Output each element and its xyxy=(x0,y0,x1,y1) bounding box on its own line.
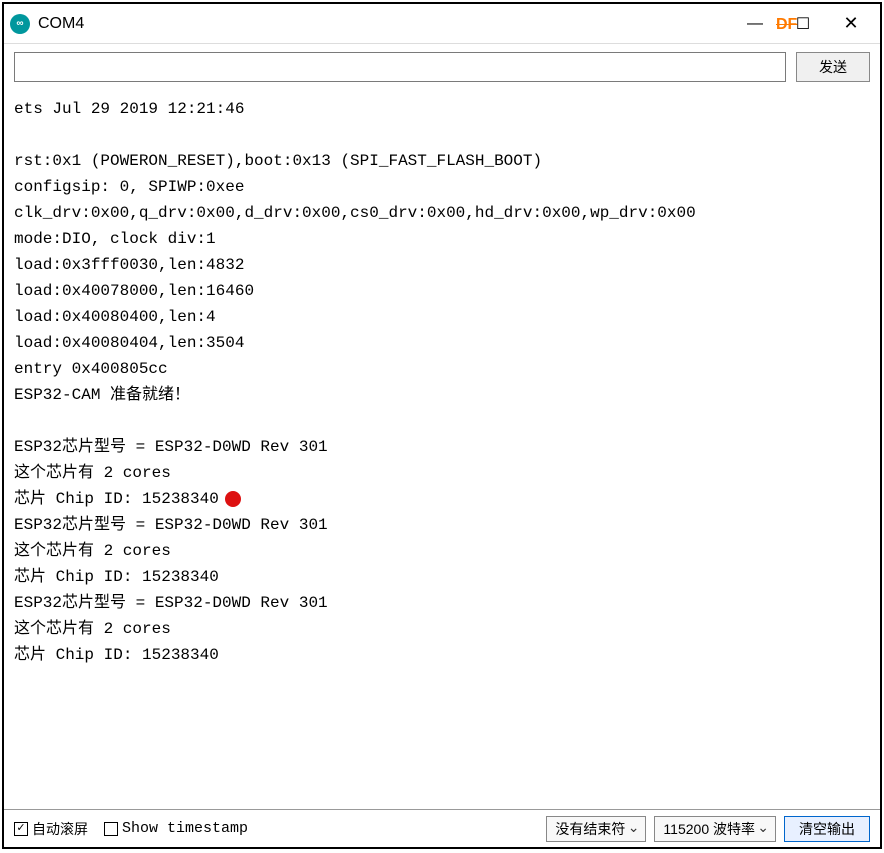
console-line xyxy=(14,408,870,434)
console-line-text: load:0x40080404,len:3504 xyxy=(14,334,244,352)
console-line: ESP32-CAM 准备就绪！ xyxy=(14,382,870,408)
send-input[interactable] xyxy=(14,52,786,82)
console-output: ets Jul 29 2019 12:21:46 rst:0x1 (POWERO… xyxy=(4,90,880,809)
show-timestamp-checkbox[interactable]: Show timestamp xyxy=(104,820,248,837)
clear-output-button[interactable]: 清空输出 xyxy=(784,816,870,842)
console-line: ets Jul 29 2019 12:21:46 xyxy=(14,96,870,122)
console-line: 芯片 Chip ID: 15238340 xyxy=(14,486,870,512)
titlebar: ∞ COM4 — ☐ ✕ xyxy=(4,4,880,44)
close-button[interactable]: ✕ xyxy=(828,8,874,40)
checkbox-icon xyxy=(14,822,28,836)
console-line-text: 芯片 Chip ID: 15238340 xyxy=(14,490,219,508)
console-line: ESP32芯片型号 = ESP32-D0WD Rev 301 xyxy=(14,434,870,460)
console-line-text: 这个芯片有 2 cores xyxy=(14,620,171,638)
console-line: load:0x40080404,len:3504 xyxy=(14,330,870,356)
show-timestamp-label: Show timestamp xyxy=(122,820,248,837)
minimize-button[interactable]: — xyxy=(732,8,778,40)
console-line: ESP32芯片型号 = ESP32-D0WD Rev 301 xyxy=(14,512,870,538)
baud-rate-value: 115200 波特率 xyxy=(663,819,755,839)
console-line-text: clk_drv:0x00,q_drv:0x00,d_drv:0x00,cs0_d… xyxy=(14,204,696,222)
baud-rate-select[interactable]: 115200 波特率 xyxy=(654,816,776,842)
serial-monitor-window: ∞ COM4 — ☐ ✕ DF 发送 ets Jul 29 2019 12:21… xyxy=(2,2,882,849)
console-line: ESP32芯片型号 = ESP32-D0WD Rev 301 xyxy=(14,590,870,616)
console-line: 这个芯片有 2 cores xyxy=(14,616,870,642)
console-line-text: 芯片 Chip ID: 15238340 xyxy=(14,646,219,664)
console-line: 芯片 Chip ID: 15238340 xyxy=(14,642,870,668)
console-line-text: 这个芯片有 2 cores xyxy=(14,542,171,560)
console-line-text: ESP32-CAM 准备就绪！ xyxy=(14,386,190,404)
console-line-text: mode:DIO, clock div:1 xyxy=(14,230,216,248)
console-line: entry 0x400805cc xyxy=(14,356,870,382)
console-line-text: 这个芯片有 2 cores xyxy=(14,464,171,482)
console-line-text: configsip: 0, SPIWP:0xee xyxy=(14,178,244,196)
console-line-text: 芯片 Chip ID: 15238340 xyxy=(14,568,219,586)
console-line-text: ESP32芯片型号 = ESP32-D0WD Rev 301 xyxy=(14,516,328,534)
console-line-text: ets Jul 29 2019 12:21:46 xyxy=(14,100,244,118)
line-ending-select[interactable]: 没有结束符 xyxy=(546,816,646,842)
autoscroll-label: 自动滚屏 xyxy=(32,819,88,839)
console-line: 芯片 Chip ID: 15238340 xyxy=(14,564,870,590)
send-button[interactable]: 发送 xyxy=(796,52,870,82)
status-bar: 自动滚屏 Show timestamp 没有结束符 115200 波特率 清空输… xyxy=(4,809,880,847)
send-row: 发送 xyxy=(4,44,880,90)
console-line: load:0x3fff0030,len:4832 xyxy=(14,252,870,278)
checkbox-icon xyxy=(104,822,118,836)
console-line: load:0x40078000,len:16460 xyxy=(14,278,870,304)
console-line-text: load:0x40080400,len:4 xyxy=(14,308,216,326)
console-line: clk_drv:0x00,q_drv:0x00,d_drv:0x00,cs0_d… xyxy=(14,200,870,226)
window-title: COM4 xyxy=(38,15,84,33)
line-ending-value: 没有结束符 xyxy=(555,819,625,839)
console-line: rst:0x1 (POWERON_RESET),boot:0x13 (SPI_F… xyxy=(14,148,870,174)
console-line xyxy=(14,122,870,148)
console-line-text: load:0x40078000,len:16460 xyxy=(14,282,254,300)
highlight-dot-icon xyxy=(225,491,241,507)
console-line-text: entry 0x400805cc xyxy=(14,360,168,378)
console-line-text: rst:0x1 (POWERON_RESET),boot:0x13 (SPI_F… xyxy=(14,152,542,170)
console-line-text: ESP32芯片型号 = ESP32-D0WD Rev 301 xyxy=(14,594,328,612)
console-line: load:0x40080400,len:4 xyxy=(14,304,870,330)
console-line: configsip: 0, SPIWP:0xee xyxy=(14,174,870,200)
app-icon: ∞ xyxy=(10,14,30,34)
console-line-text: load:0x3fff0030,len:4832 xyxy=(14,256,244,274)
console-line-text: ESP32芯片型号 = ESP32-D0WD Rev 301 xyxy=(14,438,328,456)
console-line: 这个芯片有 2 cores xyxy=(14,538,870,564)
console-line: mode:DIO, clock div:1 xyxy=(14,226,870,252)
autoscroll-checkbox[interactable]: 自动滚屏 xyxy=(14,819,88,839)
console-line: 这个芯片有 2 cores xyxy=(14,460,870,486)
df-badge-icon: DF xyxy=(776,16,797,34)
